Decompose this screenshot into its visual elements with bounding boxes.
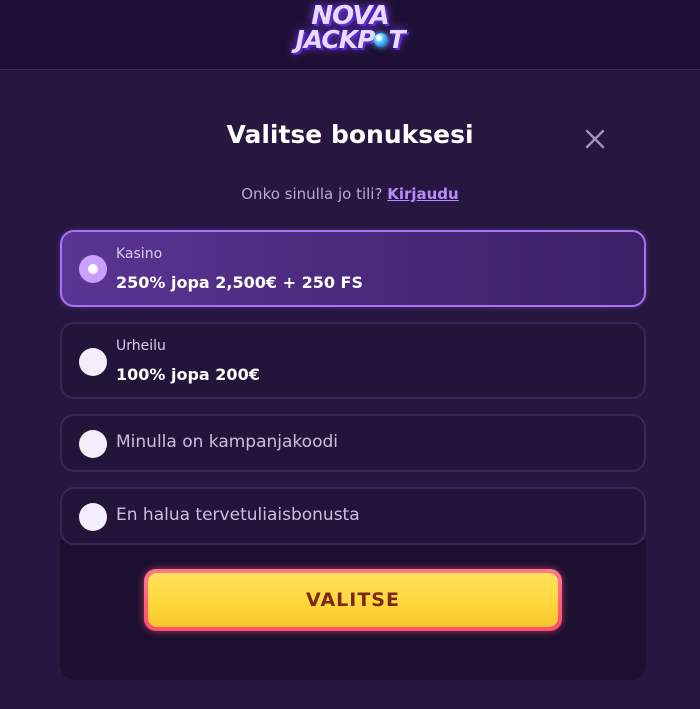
option-urheilu[interactable]: Urheilu 100% jopa 200€ bbox=[60, 322, 646, 399]
option-label: Minulla on kampanjakoodi bbox=[116, 432, 338, 452]
radio-empty-icon[interactable] bbox=[79, 503, 107, 531]
close-icon bbox=[585, 129, 605, 149]
bonus-modal: Valitse bonuksesi Onko sinulla jo tili? … bbox=[0, 70, 700, 709]
nova-jackpot-logo[interactable]: NOVA JACKP T bbox=[268, 3, 432, 56]
login-link[interactable]: Kirjaudu bbox=[387, 185, 459, 203]
radio-selected-icon[interactable] bbox=[79, 255, 107, 283]
option-value: 250% jopa 2,500€ + 250 FS bbox=[116, 273, 364, 292]
site-header: NOVA JACKP T bbox=[0, 0, 700, 70]
select-button[interactable]: VALITSE bbox=[144, 569, 562, 631]
option-kasino[interactable]: Kasino 250% jopa 2,500€ + 250 FS bbox=[60, 230, 646, 307]
radio-empty-icon[interactable] bbox=[79, 348, 107, 376]
option-campaign-code[interactable]: Minulla on kampanjakoodi bbox=[60, 414, 646, 472]
option-label: En halua tervetuliaisbonusta bbox=[116, 505, 360, 525]
login-prompt-text: Onko sinulla jo tili? bbox=[241, 185, 383, 203]
close-button[interactable] bbox=[580, 124, 610, 154]
option-category: Urheilu bbox=[116, 338, 166, 354]
option-no-bonus[interactable]: En halua tervetuliaisbonusta bbox=[60, 487, 646, 545]
logo-planet-icon bbox=[374, 33, 389, 47]
login-prompt-line: Onko sinulla jo tili? Kirjaudu bbox=[0, 185, 700, 203]
logo-line-2: JACKP T bbox=[295, 25, 406, 54]
option-value: 100% jopa 200€ bbox=[116, 365, 260, 384]
radio-empty-icon[interactable] bbox=[79, 430, 107, 458]
option-category: Kasino bbox=[116, 246, 163, 262]
select-button-label: VALITSE bbox=[148, 573, 558, 627]
